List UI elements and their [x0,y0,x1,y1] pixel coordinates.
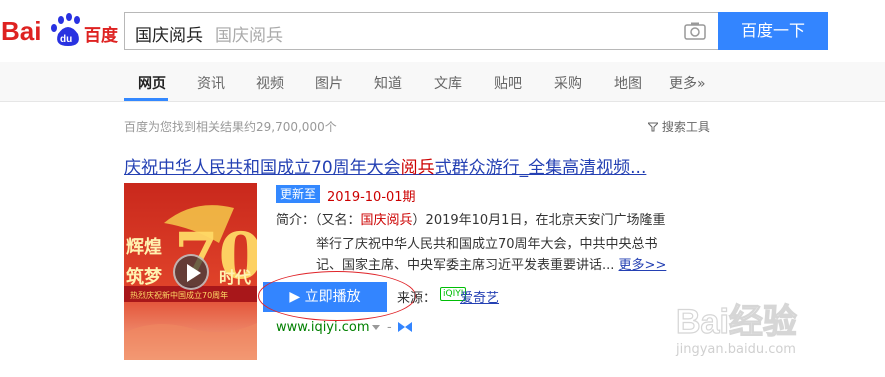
description-line-3-text: 记、国家主席、中央军委主席习近平发表重要讲话... [316,258,615,273]
svg-text:辉煌: 辉煌 [126,236,162,258]
annotation-ellipse [258,271,416,321]
url-separator: - [387,320,392,335]
tab-zhidao[interactable]: 知道 [374,73,402,93]
search-input[interactable]: 国庆阅兵 [135,21,203,46]
result-title-highlight: 阅兵 [400,158,435,178]
update-badge: 更新至 [276,185,321,203]
camera-icon[interactable] [684,22,706,40]
watermark-site: jingyan.baidu.com [676,342,796,357]
svg-text:筑梦: 筑梦 [126,266,163,288]
tab-map[interactable]: 地图 [614,73,642,93]
active-tab-indicator [124,98,168,101]
svg-text:du: du [60,34,72,45]
result-url[interactable]: www.iqiyi.com [276,320,370,335]
description-line-3: 记、国家主席、中央军委主席习近平发表重要讲话... 更多>> [316,254,666,273]
svg-text:热烈庆祝新中国成立70周年: 热烈庆祝新中国成立70周年 [130,290,228,300]
search-tools-label: 搜索工具 [661,120,710,134]
play-icon[interactable] [173,254,209,290]
svg-text:时代: 时代 [219,268,251,287]
tab-more[interactable]: 更多» [669,73,706,93]
search-tools[interactable]: 搜索工具 [646,118,710,135]
tab-purchase[interactable]: 采购 [554,73,582,93]
update-date: 2019-10-01期 [327,190,416,205]
header: Bai du 百度 国庆阅兵 国庆阅兵 百度一下 [0,0,885,60]
url-dropdown-icon[interactable] [372,325,380,330]
tab-images[interactable]: 图片 [315,73,343,93]
result-title-pre: 庆祝中华人民共和国成立70周年大会 [124,158,401,178]
baidu-logo[interactable]: Bai du 百度 [0,8,118,50]
result-title-link[interactable]: 庆祝中华人民共和国成立70周年大会阅兵式群众游行_全集高清视频... [124,153,646,178]
result-title-post: 式群众游行_全集高清视频... [434,158,647,178]
tab-news[interactable]: 资讯 [197,73,225,93]
bowtie-icon [398,322,412,332]
source-link[interactable]: 爱奇艺 [460,287,499,306]
watermark-logo: Bai经验 [675,301,797,341]
tab-video[interactable]: 视频 [256,73,284,93]
tab-web[interactable]: 网页 [138,73,166,93]
description-label: 简介： [276,213,316,228]
source-label: 来源： [397,291,437,306]
description-alias: 国庆阅兵 [360,213,413,228]
svg-text:Bai: Bai [1,16,41,46]
svg-text:Bai经验: Bai经验 [676,302,797,341]
svg-text:百度: 百度 [84,25,118,46]
description-line-2: 举行了庆祝中华人民共和国成立70周年大会，中共中央总书 [316,237,658,252]
more-link[interactable]: 更多>> [619,258,667,273]
search-box[interactable]: 国庆阅兵 国庆阅兵 [124,12,718,50]
description-line-1-rest: ）2019年10月1日，在北京天安门广场隆重 [412,213,666,228]
search-button[interactable]: 百度一下 [718,12,828,50]
description-line-1: 简介：（又名：国庆阅兵）2019年10月1日，在北京天安门广场隆重 [276,209,665,228]
nav-tabs: 网页 资讯 视频 图片 知道 文库 贴吧 采购 地图 更多» [0,62,885,102]
filter-icon [646,122,660,132]
result-count: 百度为您找到相关结果约29,700,000个 [124,120,337,134]
tab-wenku[interactable]: 文库 [434,73,462,93]
search-suggestion: 国庆阅兵 [215,26,283,46]
description-alias-pre: （又名： [315,213,361,228]
tab-tieba[interactable]: 贴吧 [494,73,522,93]
